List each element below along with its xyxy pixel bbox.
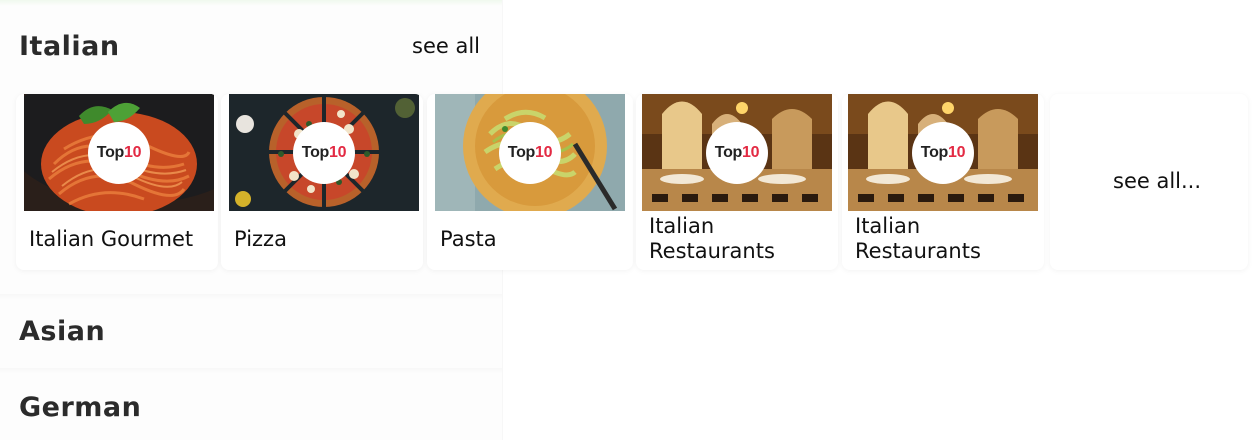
pasta-image: Top 10: [435, 94, 625, 211]
see-all-card[interactable]: see all...: [1050, 94, 1248, 270]
page: Italian see all Top 10 Italian Gourmet T…: [0, 0, 1252, 440]
category-card-italian-restaurants-2[interactable]: Top 10 Italian Restaurants: [842, 94, 1044, 270]
card-label: Italian Restaurants: [649, 214, 775, 263]
category-card-italian-gourmet[interactable]: Top 10 Italian Gourmet: [16, 94, 218, 270]
category-card-pizza[interactable]: Top 10 Pizza: [221, 94, 423, 270]
card-label: Italian Gourmet: [29, 227, 194, 251]
top10-badge: Top 10: [499, 121, 561, 184]
section-title-german[interactable]: German: [19, 392, 141, 423]
category-card-pasta[interactable]: Top 10 Pasta: [427, 94, 633, 270]
pizza-image: Top 10: [229, 94, 419, 211]
section-divider: [0, 368, 502, 374]
category-card-italian-restaurants[interactable]: Top 10 Italian Restaurants: [636, 94, 838, 270]
top10-badge: Top 10: [88, 121, 150, 184]
spaghetti-image: Top 10: [24, 94, 214, 211]
top-accent-bar: [0, 0, 502, 6]
section-title-italian[interactable]: Italian: [19, 31, 120, 62]
card-label: Pasta: [440, 227, 497, 251]
card-label: Italian Restaurants: [855, 214, 981, 263]
see-all-card-label: see all...: [1113, 169, 1202, 193]
restaurant-image: Top 10: [848, 94, 1038, 211]
section-title-asian[interactable]: Asian: [19, 316, 105, 347]
top10-badge: Top 10: [706, 121, 768, 184]
section-divider: [0, 294, 502, 300]
card-label: Pizza: [234, 227, 287, 251]
top10-badge: Top 10: [912, 121, 974, 184]
restaurant-image: Top 10: [642, 94, 832, 211]
see-all-link[interactable]: see all: [412, 34, 480, 58]
top10-badge: Top 10: [293, 121, 355, 184]
